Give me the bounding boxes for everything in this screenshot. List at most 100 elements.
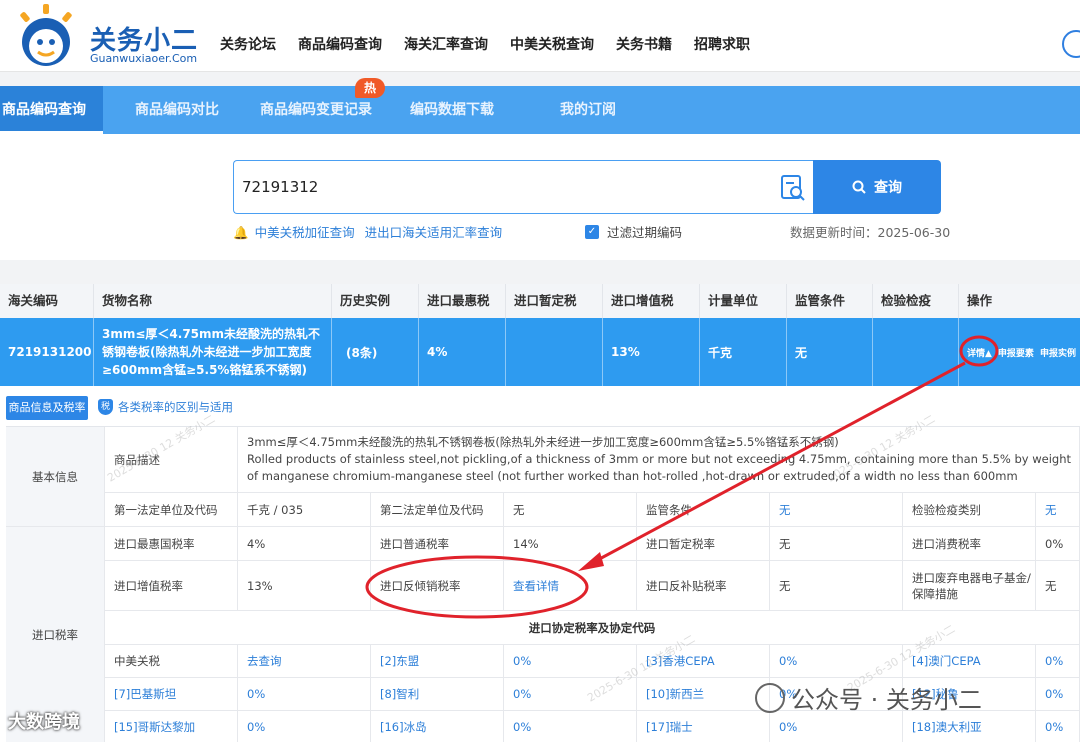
tab-data-download[interactable]: 编码数据下载	[410, 86, 494, 134]
search-input-value: 72191312	[242, 178, 319, 196]
nav-hs-code-query[interactable]: 商品编码查询	[298, 34, 382, 54]
table-row[interactable]: 7219131200 3mm≤厚＜4.75mm未经酸洗的热轧不锈钢卷板(除热轧外…	[0, 318, 1080, 386]
col-header-operations: 操作	[959, 284, 1080, 318]
antidumping-rate-label: 进口反倾销税率	[371, 561, 504, 611]
shield-icon: 税	[98, 399, 113, 415]
row-supervision: 无	[787, 318, 873, 386]
consumption-rate-value: 0%	[1036, 527, 1080, 561]
data-update-time: 数据更新时间：2025-06-30	[790, 225, 951, 240]
search-sub-links: 🔔 中美关税加征查询 进出口海关适用汇率查询	[233, 222, 508, 241]
inspection-value[interactable]: 无	[1036, 493, 1080, 527]
supervision-label: 监管条件	[637, 493, 770, 527]
nav-jobs[interactable]: 招聘求职	[694, 34, 750, 54]
search-input[interactable]: 72191312	[233, 160, 813, 214]
tab-code-compare[interactable]: 商品编码对比	[135, 86, 219, 134]
general-rate-label: 进口普通税率	[371, 527, 504, 561]
unit1-value: 千克 / 035	[238, 493, 371, 527]
wechat-watermark: 公众号 · 关务小二	[755, 680, 982, 715]
row-code: 7219131200	[0, 318, 94, 386]
tab-hs-code-query[interactable]: 商品编码查询	[0, 86, 103, 134]
sub-tab-bar: 商品编码查询 商品编码对比 商品编码变更记录 编码数据下载 我的订阅	[0, 86, 1080, 134]
description-cn: 3mm≤厚＜4.75mm未经酸洗的热轧不锈钢卷板(除热轧外未经进一步加工宽度≥6…	[247, 435, 839, 449]
search-button[interactable]: 查询	[813, 160, 941, 214]
nav-books[interactable]: 关务书籍	[616, 34, 672, 54]
antidumping-view-details-link[interactable]: 查看详情	[504, 561, 637, 611]
row-operations: 详情▲ 申报要素 申报实例	[959, 318, 1080, 386]
nav-exchange-rate[interactable]: 海关汇率查询	[404, 34, 488, 54]
col-header-mfn: 进口最惠税	[419, 284, 506, 318]
link-exchange-rate[interactable]: 进出口海关适用汇率查询	[365, 225, 503, 240]
nav-us-china-tariff[interactable]: 中美关税查询	[510, 34, 594, 54]
col-header-name: 货物名称	[94, 284, 332, 318]
search-button-label: 查询	[874, 180, 902, 196]
col-header-provisional: 进口暂定税	[506, 284, 603, 318]
unit2-label: 第二法定单位及代码	[371, 493, 504, 527]
image-search-icon[interactable]	[780, 174, 806, 202]
col-header-unit: 计量单位	[700, 284, 787, 318]
inspection-label: 检验检疫类别	[903, 493, 1036, 527]
agreement-label[interactable]: [17]瑞士	[637, 711, 770, 742]
logo-mascot-icon	[20, 4, 72, 66]
agreement-rate: 0%	[238, 678, 371, 711]
wechat-icon	[755, 682, 785, 713]
link-us-china-tariff[interactable]: 中美关税加征查询	[255, 225, 355, 240]
filter-checkbox[interactable]: ✓	[585, 224, 599, 239]
rate-explanation-link[interactable]: 税 各类税率的区别与适用	[98, 399, 233, 415]
bell-icon: 🔔	[233, 225, 249, 240]
site-logo[interactable]: 关务小二 Guanwuxiaoer.Com	[10, 4, 210, 68]
top-header: 关务小二 Guanwuxiaoer.Com 关务论坛 商品编码查询 海关汇率查询…	[0, 0, 1080, 72]
page: 关务小二 Guanwuxiaoer.Com 关务论坛 商品编码查询 海关汇率查询…	[0, 0, 1080, 742]
row-inspection	[873, 318, 959, 386]
supervision-value[interactable]: 无	[770, 493, 903, 527]
detail-tab-info-rates[interactable]: 商品信息及税率	[6, 396, 88, 420]
agreement-label[interactable]: [16]冰岛	[371, 711, 504, 742]
agreement-label[interactable]: [18]澳大利亚	[903, 711, 1036, 742]
agreement-label[interactable]: [10]新西兰	[637, 678, 770, 711]
agreement-label[interactable]: [15]哥斯达黎加	[105, 711, 238, 742]
filter-label: 过滤过期编码	[607, 225, 683, 240]
col-header-inspection: 检验检疫	[873, 284, 959, 318]
user-avatar-icon[interactable]	[1062, 30, 1080, 58]
col-header-vat: 进口增值税	[603, 284, 700, 318]
unit1-label: 第一法定单位及代码	[105, 493, 238, 527]
declaration-examples-link[interactable]: 申报实例	[1040, 346, 1076, 359]
description-en: Rolled products of stainless steel,not p…	[247, 452, 1072, 483]
logo-name-en: Guanwuxiaoer.Com	[90, 52, 198, 65]
us-china-tariff-query-link[interactable]: 去查询	[238, 645, 371, 678]
filter-expired-codes[interactable]: ✓ 过滤过期编码	[585, 222, 682, 241]
row-provisional	[506, 318, 603, 386]
row-mfn: 4%	[419, 318, 506, 386]
detail-toggle-button[interactable]: 详情▲	[967, 346, 992, 359]
general-rate-value: 14%	[504, 527, 637, 561]
tab-my-subscription[interactable]: 我的订阅	[560, 86, 616, 134]
agreement-rate: 0%	[770, 711, 903, 742]
results-table: 海关编码 货物名称 历史实例 进口最惠税 进口暂定税 进口增值税 计量单位 监管…	[0, 284, 1080, 386]
col-header-history: 历史实例	[332, 284, 419, 318]
search-icon	[852, 180, 866, 194]
row-goods-name: 3mm≤厚＜4.75mm未经酸洗的热轧不锈钢卷板(除热轧外未经进一步加工宽度≥6…	[94, 318, 332, 386]
agreement-label[interactable]: [7]巴基斯坦	[105, 678, 238, 711]
top-nav: 关务论坛 商品编码查询 海关汇率查询 中美关税查询 关务书籍 招聘求职	[220, 34, 772, 54]
row-history-link[interactable]: (8条)	[332, 318, 419, 386]
agreement-rate: 0%	[1036, 678, 1080, 711]
agreement-rate: 0%	[238, 711, 371, 742]
provisional-rate-value: 无	[770, 527, 903, 561]
consumption-rate-label: 进口消费税率	[903, 527, 1036, 561]
rate-explanation-label: 各类税率的区别与适用	[118, 400, 233, 414]
countervailing-rate-value: 无	[770, 561, 903, 611]
declaration-elements-link[interactable]: 申报要素	[998, 346, 1034, 359]
agreement-rate: 0%	[504, 711, 637, 742]
weibo-watermark: 大数跨境	[8, 712, 80, 733]
waste-fund-label: 进口废弃电器电子基金/保障措施	[903, 561, 1036, 611]
wechat-watermark-text: 公众号 · 关务小二	[791, 686, 982, 714]
section-basic-info: 基本信息	[6, 427, 105, 527]
mfn-rate-value: 4%	[238, 527, 371, 561]
nav-forum[interactable]: 关务论坛	[220, 34, 276, 54]
hot-badge: 热	[355, 78, 385, 98]
row-unit: 千克	[700, 318, 787, 386]
countervailing-rate-label: 进口反补贴税率	[637, 561, 770, 611]
agreement-label[interactable]: [2]东盟	[371, 645, 504, 678]
col-header-supervision: 监管条件	[787, 284, 873, 318]
agreement-label[interactable]: [8]智利	[371, 678, 504, 711]
mfn-rate-label: 进口最惠国税率	[105, 527, 238, 561]
